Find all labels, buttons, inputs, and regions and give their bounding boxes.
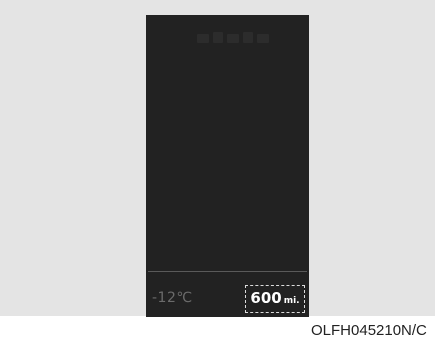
divider [148,271,307,272]
door-ajar-icon [213,32,223,43]
outside-temperature: -12℃ [152,290,193,306]
trunk-open-icon [227,34,239,43]
seatbelt-warning-icon [197,34,209,43]
cluster-display: -12℃ 600 mi. [146,15,309,317]
range-unit: mi. [283,296,300,306]
range-readout: 600 mi. [245,285,305,313]
headlight-icon [243,32,253,43]
range-value: 600 [250,289,282,307]
figure-caption: OLFH045210N/C [311,322,427,339]
status-icon-row [197,32,269,43]
illustration-panel: -12℃ 600 mi. [0,0,435,317]
fuel-icon [257,34,269,43]
